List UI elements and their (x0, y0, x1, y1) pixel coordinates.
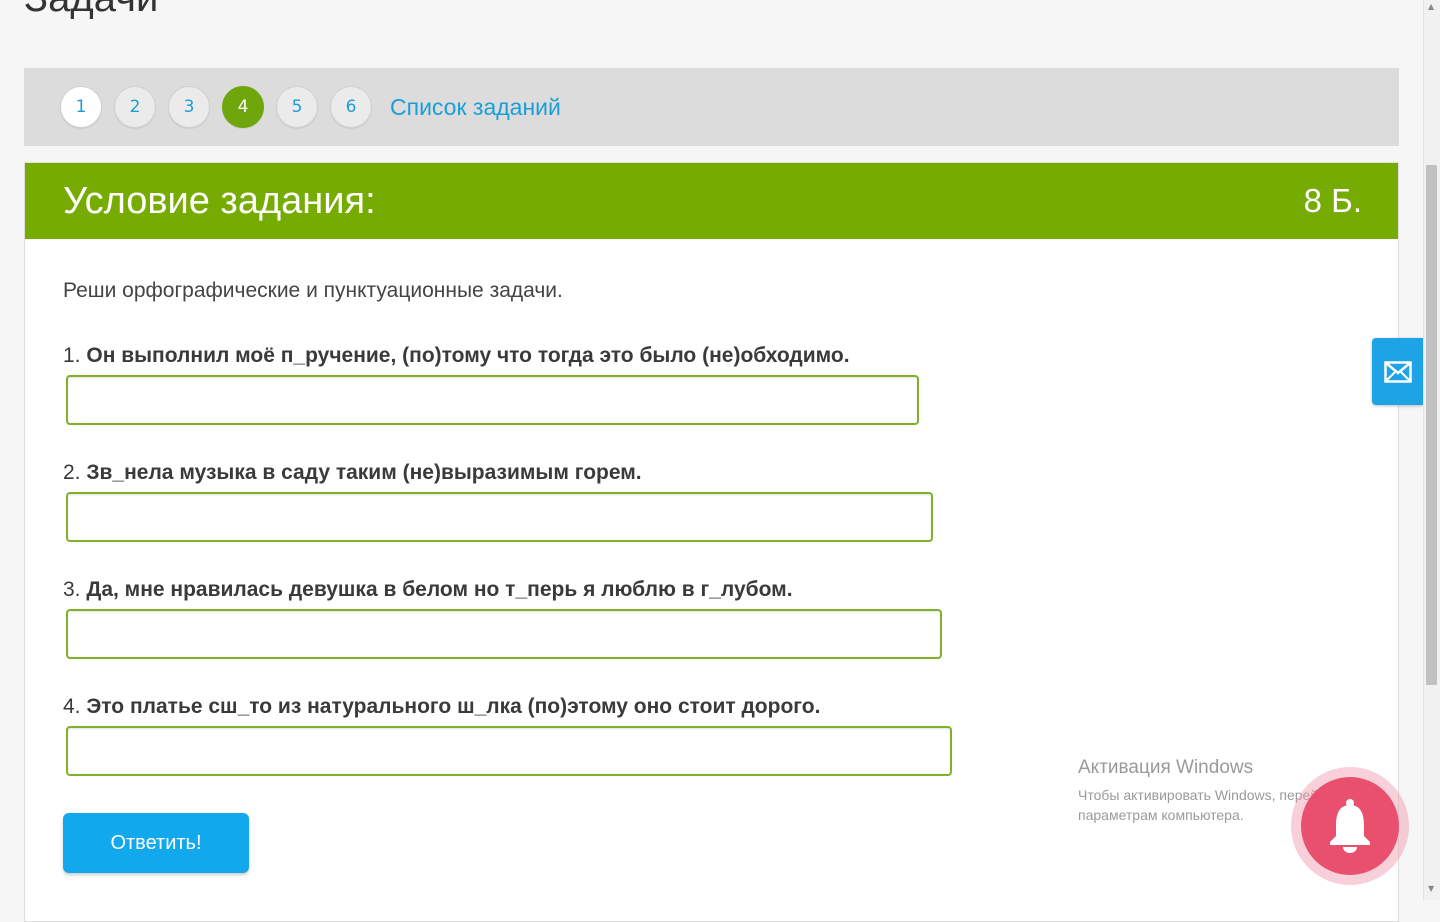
task-points: 8 Б. (1303, 182, 1362, 219)
task-list-link[interactable]: Список заданий (390, 94, 561, 121)
answer-input-1[interactable] (66, 375, 919, 425)
task-header-title: Условие задания: (63, 179, 376, 222)
answer-input-4[interactable] (66, 726, 952, 776)
pager-item-5[interactable]: 5 (276, 86, 318, 128)
question-number: 3. (63, 578, 81, 601)
notifications-button[interactable] (1291, 767, 1409, 885)
question-2: 2. Зв_нела музыка в саду таким (не)выраз… (63, 461, 642, 485)
pager-item-4-active[interactable]: 4 (222, 86, 264, 128)
pager-item-3[interactable]: 3 (168, 86, 210, 128)
bell-icon (1330, 799, 1370, 853)
task-instruction: Реши орфографические и пунктуационные за… (63, 279, 563, 302)
pager-item-2[interactable]: 2 (114, 86, 156, 128)
page-scrollbar[interactable]: ▲ ▼ (1423, 0, 1440, 900)
page-title: Задачи (24, 0, 158, 18)
question-number: 1. (63, 344, 81, 367)
scroll-up-arrow-icon[interactable]: ▲ (1428, 2, 1434, 11)
task-header: Условие задания: 8 Б. (25, 163, 1398, 239)
answer-input-3[interactable] (66, 609, 942, 659)
question-text: Да, мне нравилась девушка в белом но т_п… (86, 578, 793, 601)
scrollbar-thumb[interactable] (1426, 165, 1437, 685)
question-text: Зв_нела музыка в саду таким (не)выразимы… (86, 461, 642, 484)
submit-answer-button[interactable]: Ответить! (63, 813, 249, 873)
question-3: 3. Да, мне нравилась девушка в белом но … (63, 578, 793, 602)
mail-icon (1383, 360, 1412, 383)
feedback-mail-button[interactable] (1372, 338, 1423, 405)
notifications-button-inner (1301, 777, 1399, 875)
task-pager: 1 2 3 4 5 6 Список заданий (24, 68, 1399, 146)
question-number: 4. (63, 695, 81, 718)
pager-item-6[interactable]: 6 (330, 86, 372, 128)
watermark-title: Активация Windows (1078, 757, 1254, 778)
answer-input-2[interactable] (66, 492, 933, 542)
question-4: 4. Это платье сш_то из натурального ш_лк… (63, 695, 820, 719)
pager-item-1[interactable]: 1 (60, 86, 102, 128)
question-number: 2. (63, 461, 81, 484)
question-text: Это платье сш_то из натурального ш_лка (… (86, 695, 821, 718)
scroll-down-arrow-icon[interactable]: ▼ (1428, 884, 1434, 893)
question-text: Он выполнил моё п_ручение, (по)тому что … (86, 344, 850, 367)
question-1: 1. Он выполнил моё п_ручение, (по)тому ч… (63, 344, 850, 368)
